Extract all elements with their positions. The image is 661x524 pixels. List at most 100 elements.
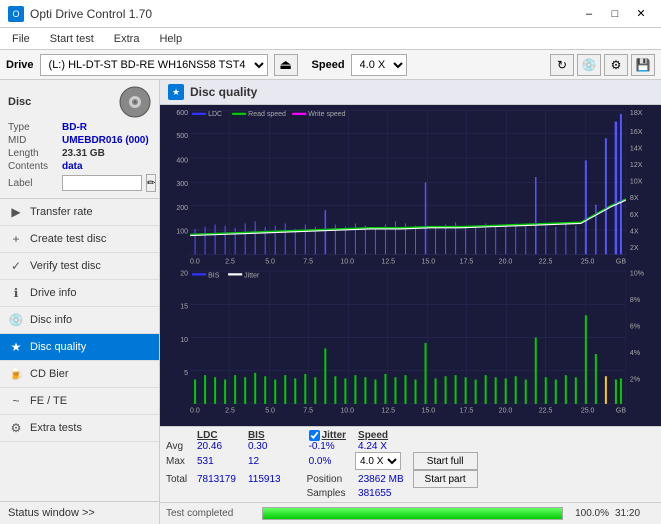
svg-text:Write speed: Write speed bbox=[308, 109, 345, 118]
jitter-checkbox[interactable] bbox=[309, 430, 320, 441]
transfer-rate-icon: ▶ bbox=[8, 204, 24, 220]
avg-jitter: -0.1% bbox=[303, 441, 352, 452]
mid-label: MID bbox=[8, 135, 58, 146]
charts-area: 600 500 400 300 200 100 18X 16X 14X 12X … bbox=[160, 105, 661, 426]
label-edit-button[interactable]: ✏ bbox=[146, 174, 156, 192]
stats-table: LDC BIS Jitter Speed Avg 20.46 0.30 -0.1… bbox=[166, 430, 481, 499]
menu-bar: File Start test Extra Help bbox=[0, 28, 661, 50]
title-bar: O Opti Drive Control 1.70 – □ ✕ bbox=[0, 0, 661, 28]
sidebar-label-disc-quality: Disc quality bbox=[30, 341, 86, 353]
svg-text:2X: 2X bbox=[630, 243, 639, 252]
svg-text:4X: 4X bbox=[630, 226, 639, 235]
sidebar-label-drive-info: Drive info bbox=[30, 287, 76, 299]
svg-text:12.5: 12.5 bbox=[381, 405, 395, 414]
disc-quality-icon: ★ bbox=[8, 339, 24, 355]
menu-extra[interactable]: Extra bbox=[110, 31, 144, 47]
minimize-button[interactable]: – bbox=[577, 5, 601, 23]
svg-text:500: 500 bbox=[176, 131, 188, 140]
sidebar-item-fe-te[interactable]: ~ FE / TE bbox=[0, 388, 159, 415]
speed-select-control[interactable]: 4.0 X bbox=[355, 452, 401, 470]
position-value: 23862 MB bbox=[352, 470, 410, 488]
sidebar-label-extra-tests: Extra tests bbox=[30, 422, 82, 434]
svg-text:0.0: 0.0 bbox=[190, 405, 200, 414]
close-button[interactable]: ✕ bbox=[629, 5, 653, 23]
svg-text:300: 300 bbox=[176, 178, 188, 187]
sidebar-item-cd-bier[interactable]: 🍺 CD Bier bbox=[0, 361, 159, 388]
svg-text:17.5: 17.5 bbox=[460, 405, 474, 414]
svg-text:20.0: 20.0 bbox=[499, 256, 513, 265]
svg-text:18X: 18X bbox=[630, 108, 643, 117]
avg-speed: 4.24 X bbox=[352, 441, 410, 452]
svg-text:16X: 16X bbox=[630, 126, 643, 135]
sidebar-item-verify-test-disc[interactable]: ✓ Verify test disc bbox=[0, 253, 159, 280]
ldc-header: LDC bbox=[191, 430, 242, 441]
status-window-label: Status window >> bbox=[8, 507, 95, 519]
drive-select[interactable]: (L:) HL-DT-ST BD-RE WH16NS58 TST4 bbox=[40, 54, 268, 76]
drive-info-icon: ℹ bbox=[8, 285, 24, 301]
total-label: Total bbox=[166, 470, 191, 488]
svg-text:22.5: 22.5 bbox=[539, 256, 553, 265]
svg-text:10.0: 10.0 bbox=[340, 405, 354, 414]
label-input[interactable] bbox=[62, 175, 142, 191]
disc-icon bbox=[119, 86, 151, 118]
progress-bar-outer bbox=[262, 507, 563, 520]
svg-text:17.5: 17.5 bbox=[460, 256, 474, 265]
content-area: ★ Disc quality bbox=[160, 80, 661, 524]
menu-file[interactable]: File bbox=[8, 31, 34, 47]
sidebar-item-disc-info[interactable]: 💿 Disc info bbox=[0, 307, 159, 334]
max-bis: 12 bbox=[242, 452, 287, 470]
svg-text:600: 600 bbox=[176, 108, 188, 117]
save-button[interactable]: 💾 bbox=[631, 54, 655, 76]
samples-label: Samples bbox=[307, 488, 346, 499]
svg-text:7.5: 7.5 bbox=[303, 256, 313, 265]
eject-button[interactable]: ⏏ bbox=[274, 54, 298, 76]
svg-text:BIS: BIS bbox=[208, 270, 219, 279]
svg-text:7.5: 7.5 bbox=[303, 405, 313, 414]
svg-text:100: 100 bbox=[176, 226, 188, 235]
status-window-button[interactable]: Status window >> bbox=[0, 501, 159, 524]
sidebar-item-drive-info[interactable]: ℹ Drive info bbox=[0, 280, 159, 307]
sidebar-item-transfer-rate[interactable]: ▶ Transfer rate bbox=[0, 199, 159, 226]
disc-button[interactable]: 💿 bbox=[577, 54, 601, 76]
bis-header: BIS bbox=[242, 430, 287, 441]
sidebar-item-extra-tests[interactable]: ⚙ Extra tests bbox=[0, 415, 159, 442]
refresh-button[interactable]: ↻ bbox=[550, 54, 574, 76]
svg-text:10%: 10% bbox=[630, 268, 644, 277]
svg-text:GB: GB bbox=[616, 256, 626, 265]
app-title: Opti Drive Control 1.70 bbox=[30, 7, 152, 21]
sidebar-label-cd-bier: CD Bier bbox=[30, 368, 69, 380]
speed-header: Speed bbox=[352, 430, 410, 441]
svg-text:10.0: 10.0 bbox=[340, 256, 354, 265]
disc-quality-header-icon: ★ bbox=[168, 84, 184, 100]
config-button[interactable]: ⚙ bbox=[604, 54, 628, 76]
contents-value: data bbox=[62, 161, 83, 172]
disc-quality-title: Disc quality bbox=[190, 85, 257, 99]
svg-text:400: 400 bbox=[176, 155, 188, 164]
sidebar: Disc Type BD-R MID UMEBDR016 (000) Lengt… bbox=[0, 80, 160, 524]
max-label: Max bbox=[166, 452, 191, 470]
progress-bar-section: Test completed 100.0% 31:20 bbox=[160, 502, 661, 524]
svg-text:22.5: 22.5 bbox=[539, 405, 553, 414]
menu-start-test[interactable]: Start test bbox=[46, 31, 98, 47]
svg-text:2.5: 2.5 bbox=[225, 256, 235, 265]
speed-select[interactable]: 4.0 X bbox=[351, 54, 407, 76]
app-icon: O bbox=[8, 6, 24, 22]
sidebar-label-fe-te: FE / TE bbox=[30, 395, 67, 407]
length-label: Length bbox=[8, 148, 58, 159]
svg-text:Read speed: Read speed bbox=[248, 109, 286, 118]
maximize-button[interactable]: □ bbox=[603, 5, 627, 23]
svg-text:25.0: 25.0 bbox=[581, 405, 595, 414]
charts-svg: 600 500 400 300 200 100 18X 16X 14X 12X … bbox=[160, 105, 661, 426]
status-text: Test completed bbox=[166, 508, 256, 519]
sidebar-item-create-test-disc[interactable]: + Create test disc bbox=[0, 226, 159, 253]
svg-text:20: 20 bbox=[180, 268, 188, 277]
start-full-button[interactable]: Start full bbox=[413, 452, 478, 470]
sidebar-label-transfer-rate: Transfer rate bbox=[30, 206, 93, 218]
sidebar-item-disc-quality[interactable]: ★ Disc quality bbox=[0, 334, 159, 361]
menu-help[interactable]: Help bbox=[155, 31, 186, 47]
disc-quality-header: ★ Disc quality bbox=[160, 80, 661, 105]
start-part-button[interactable]: Start part bbox=[413, 470, 478, 488]
progress-bar-inner bbox=[263, 508, 562, 519]
svg-text:8%: 8% bbox=[630, 295, 641, 304]
label-label: Label bbox=[8, 178, 58, 189]
